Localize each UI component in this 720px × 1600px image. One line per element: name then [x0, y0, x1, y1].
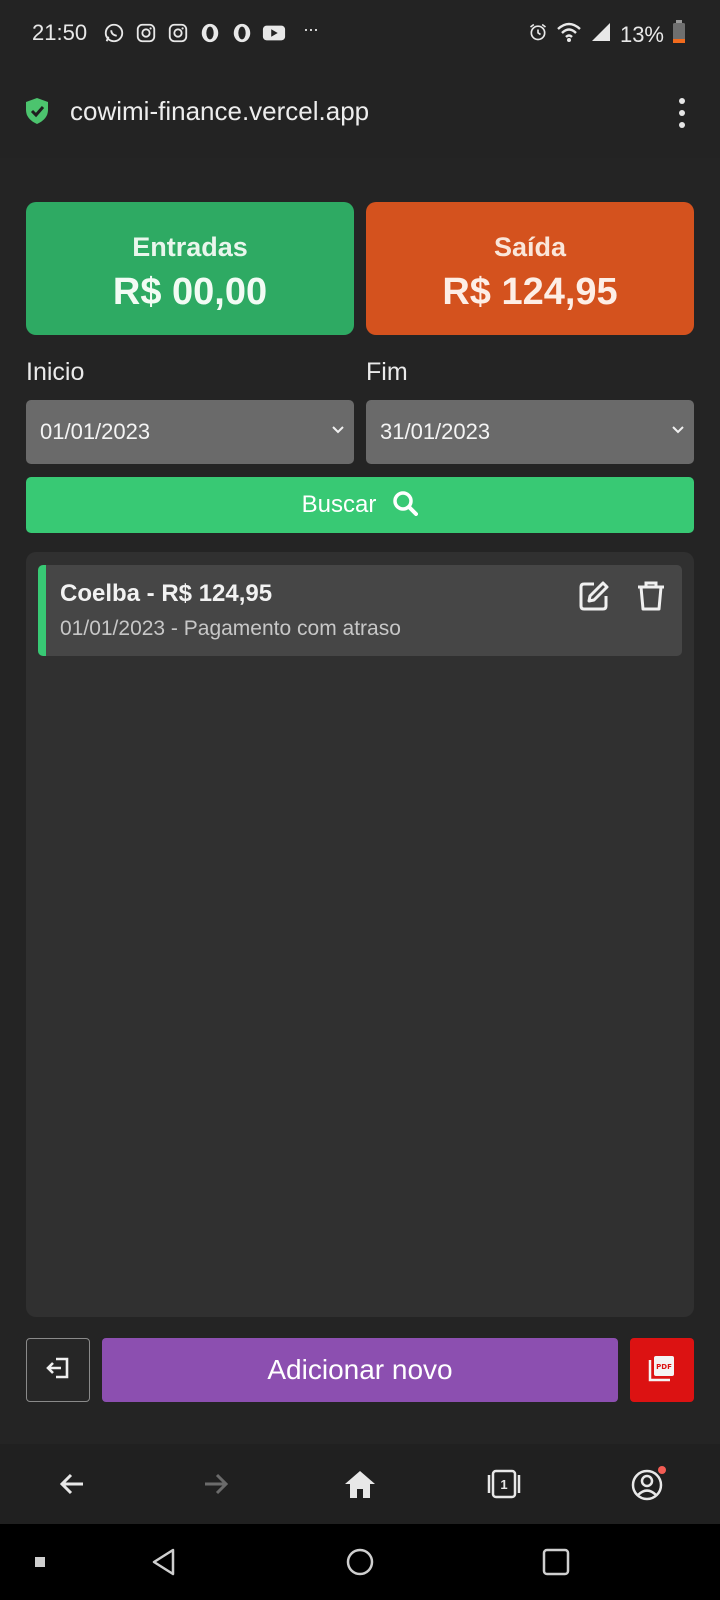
- wifi-icon: [556, 21, 582, 48]
- instagram-icon: [166, 21, 190, 45]
- search-icon: [392, 490, 419, 521]
- pdf-icon: PDF: [648, 1354, 676, 1387]
- secure-shield-icon[interactable]: [24, 96, 50, 131]
- expense-card: Saída R$ 124,95: [366, 202, 694, 335]
- transaction-title: Coelba - R$ 124,95: [60, 580, 273, 607]
- system-back-icon[interactable]: [144, 1542, 184, 1582]
- system-status-icons: 13%: [528, 20, 686, 49]
- battery-percent: 13%: [619, 21, 664, 47]
- notification-icons: [102, 21, 286, 45]
- tab-count: 1: [500, 1476, 508, 1492]
- battery-icon: [672, 20, 686, 49]
- tabs-icon[interactable]: 1: [484, 1464, 524, 1504]
- income-card: Entradas R$ 00,00: [26, 202, 354, 335]
- more-notifications-indicator: ···: [303, 19, 319, 39]
- youtube-icon: [262, 21, 286, 45]
- end-date-select[interactable]: 31/01/2023: [366, 400, 694, 464]
- status-time: 21:50: [32, 20, 88, 45]
- search-button[interactable]: Buscar: [26, 477, 694, 533]
- signal-icon: [590, 21, 612, 48]
- edit-icon[interactable]: [578, 580, 610, 617]
- transaction-subtitle: 01/01/2023 - Pagamento com atraso: [60, 617, 401, 640]
- whatsapp-icon: [102, 21, 126, 45]
- pdf-icon-text: PDF: [656, 1363, 672, 1371]
- forward-arrow-icon[interactable]: [196, 1464, 236, 1504]
- url-text[interactable]: cowimi-finance.vercel.app: [70, 96, 369, 127]
- system-recents-icon[interactable]: [536, 1542, 576, 1582]
- instagram-icon: [134, 21, 158, 45]
- list-item[interactable]: Coelba - R$ 124,95 01/01/2023 - Pagament…: [38, 565, 682, 656]
- opera-icon: [230, 21, 254, 45]
- start-date-value: 01/01/2023: [40, 419, 151, 444]
- system-home-icon[interactable]: [340, 1542, 380, 1582]
- income-value: R$ 00,00: [112, 271, 268, 313]
- opera-icon: [198, 21, 222, 45]
- expense-title: Saída: [493, 232, 567, 262]
- browser-url-bar: cowimi-finance.vercel.app: [0, 68, 720, 158]
- end-date-value: 31/01/2023: [380, 419, 491, 444]
- browser-bottom-nav: 1: [0, 1444, 720, 1524]
- browser-menu-icon[interactable]: [676, 98, 688, 128]
- home-icon[interactable]: [340, 1464, 380, 1504]
- system-nav-bar: [0, 1524, 720, 1600]
- logout-button[interactable]: [26, 1338, 90, 1402]
- transactions-list: Coelba - R$ 124,95 01/01/2023 - Pagament…: [26, 552, 694, 1317]
- start-date-select[interactable]: 01/01/2023: [26, 400, 354, 464]
- export-pdf-button[interactable]: PDF: [630, 1338, 694, 1402]
- chevron-down-icon: [670, 422, 686, 443]
- end-date-label: Fim: [366, 358, 408, 386]
- trash-icon[interactable]: [636, 580, 666, 617]
- add-new-label: Adicionar novo: [267, 1354, 453, 1385]
- logout-icon: [44, 1354, 72, 1387]
- alarm-icon: [528, 22, 548, 47]
- status-bar: 21:50 ··· 13%: [0, 0, 720, 68]
- add-new-button[interactable]: Adicionar novo: [102, 1338, 618, 1402]
- recent-dot-icon: [20, 1542, 60, 1582]
- profile-icon[interactable]: [628, 1464, 668, 1504]
- search-button-label: Buscar: [301, 491, 377, 518]
- expense-value: R$ 124,95: [442, 271, 618, 313]
- chevron-down-icon: [330, 422, 346, 443]
- start-date-label: Inicio: [26, 358, 85, 386]
- income-title: Entradas: [132, 232, 248, 262]
- back-arrow-icon[interactable]: [52, 1464, 92, 1504]
